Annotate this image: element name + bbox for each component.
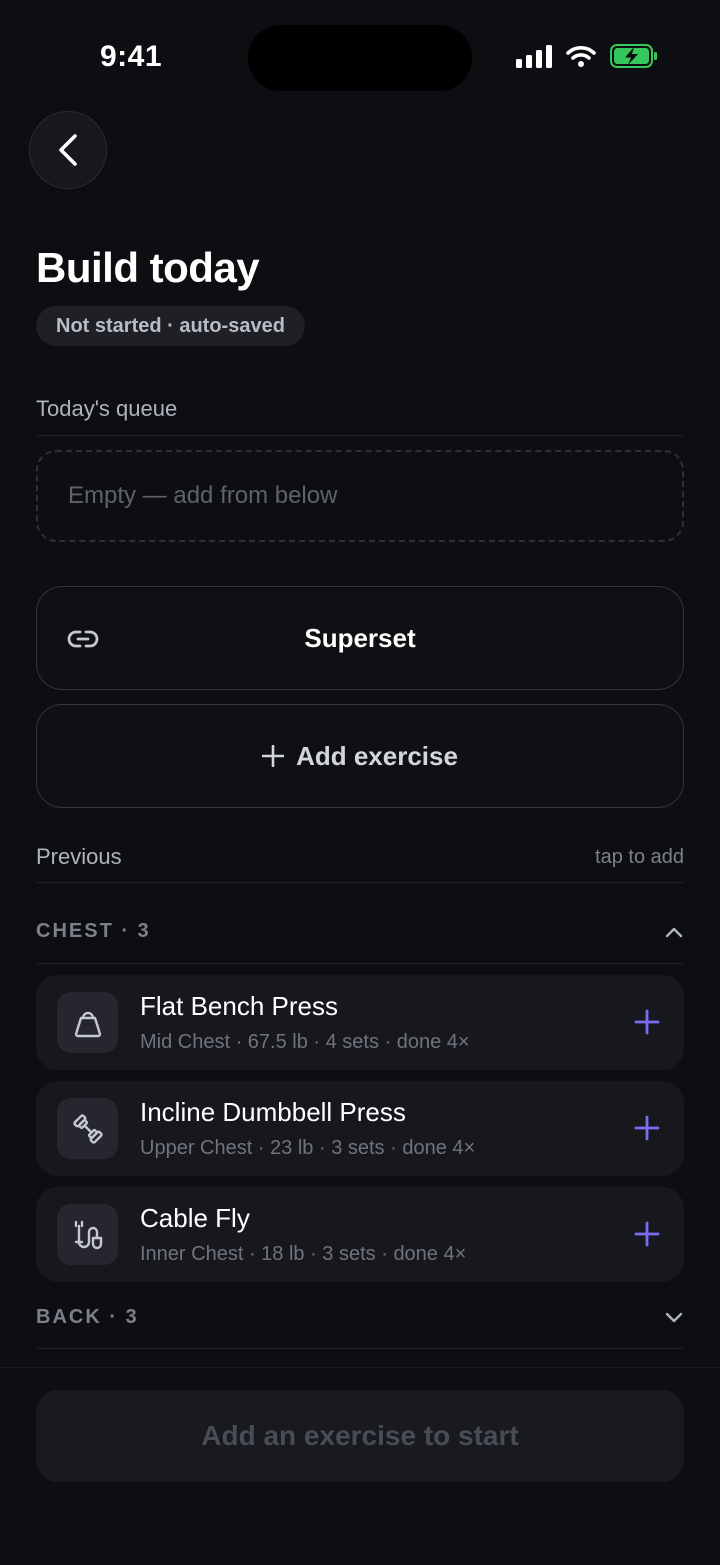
add-plus-icon[interactable] bbox=[634, 1009, 660, 1035]
previous-label: Previous bbox=[36, 844, 122, 869]
battery-charging-icon bbox=[610, 44, 657, 68]
dynamic-island bbox=[248, 25, 472, 91]
status-bar: 9:41 bbox=[0, 0, 720, 110]
status-badge: Not started · auto-saved bbox=[36, 306, 305, 346]
start-workout-label: Add an exercise to start bbox=[201, 1420, 519, 1451]
plus-icon bbox=[262, 745, 285, 767]
chevron-up-icon bbox=[665, 927, 683, 937]
previous-header: Previous tap to add bbox=[36, 844, 684, 870]
superset-button[interactable]: Superset bbox=[36, 586, 684, 690]
divider bbox=[36, 1348, 684, 1349]
exercise-card[interactable]: Flat Bench Press Mid Chest · 67.5 lb · 4… bbox=[36, 975, 684, 1070]
divider bbox=[36, 882, 684, 883]
group-header-chest[interactable]: CHEST · 3 bbox=[36, 920, 684, 943]
add-exercise-button[interactable]: Add exercise bbox=[36, 704, 684, 808]
exercise-meta: Mid Chest · 67.5 lb · 4 sets · done 4× bbox=[140, 1031, 470, 1053]
exercise-icon-box bbox=[57, 1204, 118, 1265]
exercise-icon-box bbox=[57, 992, 118, 1053]
exercise-card[interactable]: Incline Dumbbell Press Upper Chest · 23 … bbox=[36, 1081, 684, 1176]
exercise-meta: Upper Chest · 23 lb · 3 sets · done 4× bbox=[140, 1137, 476, 1159]
queue-header: Today's queue bbox=[36, 396, 684, 422]
footer-divider bbox=[0, 1367, 720, 1368]
exercise-card[interactable]: Cable Fly Inner Chest · 18 lb · 3 sets ·… bbox=[36, 1187, 684, 1282]
exercise-name: Cable Fly bbox=[140, 1203, 250, 1233]
wifi-icon bbox=[566, 46, 596, 67]
status-time: 9:41 bbox=[100, 40, 163, 73]
cellular-signal-icon bbox=[516, 44, 552, 68]
dumbbell-icon bbox=[72, 1113, 103, 1144]
exercise-meta: Inner Chest · 18 lb · 3 sets · done 4× bbox=[140, 1243, 467, 1265]
exercise-name: Incline Dumbbell Press bbox=[140, 1097, 406, 1127]
superset-label: Superset bbox=[304, 622, 416, 653]
link-icon bbox=[67, 630, 99, 648]
group-label: CHEST · 3 bbox=[36, 920, 151, 942]
back-button[interactable] bbox=[29, 111, 107, 189]
chevron-down-icon bbox=[665, 1312, 683, 1322]
page-title: Build today bbox=[36, 244, 260, 291]
add-exercise-label: Add exercise bbox=[296, 740, 458, 771]
kettlebell-icon bbox=[74, 1011, 101, 1037]
exercise-name: Flat Bench Press bbox=[140, 991, 338, 1021]
add-plus-icon[interactable] bbox=[634, 1115, 660, 1141]
previous-hint: tap to add bbox=[595, 845, 684, 868]
start-workout-button[interactable]: Add an exercise to start bbox=[36, 1390, 684, 1482]
divider bbox=[36, 435, 684, 436]
exercise-icon-box bbox=[57, 1098, 118, 1159]
status-icons bbox=[516, 44, 658, 68]
queue-empty-text: Empty — add from below bbox=[68, 482, 338, 509]
add-plus-icon[interactable] bbox=[634, 1221, 660, 1247]
cable-icon bbox=[74, 1220, 102, 1249]
chevron-left-icon bbox=[59, 134, 77, 166]
queue-label: Today's queue bbox=[36, 396, 178, 421]
divider bbox=[36, 963, 684, 964]
queue-empty-state: Empty — add from below bbox=[36, 450, 684, 542]
group-label: BACK · 3 bbox=[36, 1306, 139, 1328]
group-header-back[interactable]: BACK · 3 bbox=[36, 1306, 684, 1329]
